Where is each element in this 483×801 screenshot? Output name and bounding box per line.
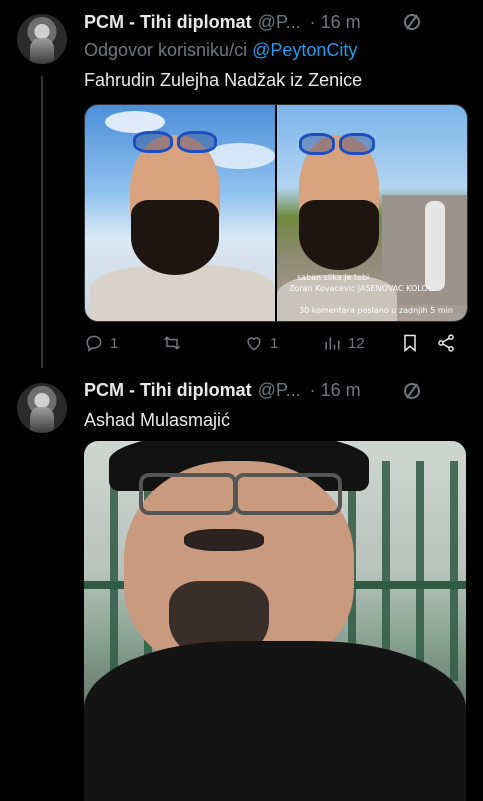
like-button[interactable]: 1 xyxy=(244,333,278,353)
avatar[interactable] xyxy=(17,14,67,64)
tweet-header: PCM - Tihi diplomat @P... · 16 m xyxy=(84,12,361,33)
display-name[interactable]: PCM - Tihi diplomat xyxy=(84,380,252,401)
views-icon xyxy=(325,337,340,350)
reply-button[interactable]: 1 xyxy=(84,333,118,353)
tweet-media[interactable] xyxy=(84,441,466,801)
share-button[interactable] xyxy=(436,333,456,353)
overlay-line-3: 30 komentara poslano u zadnjih 5 min xyxy=(299,306,453,315)
thread-line xyxy=(41,76,43,368)
reply-mention-link[interactable]: @PeytonCity xyxy=(252,40,357,60)
circle-slash-icon[interactable] xyxy=(402,381,422,401)
tweet-header: PCM - Tihi diplomat @P... · 16 m xyxy=(84,380,361,401)
timestamp[interactable]: 16 m xyxy=(321,380,361,401)
tweet-text: Fahrudin Zulejha Nadžak iz Zenice xyxy=(84,70,363,90)
tweet-media[interactable]: saban slika je tebi Zoran Kovacevic JASE… xyxy=(84,104,468,322)
media-photo-2[interactable]: saban slika je tebi Zoran Kovacevic JASE… xyxy=(277,105,467,321)
bookmark-button[interactable] xyxy=(400,333,420,353)
separator-dot: · xyxy=(309,12,316,32)
circle-slash-icon[interactable] xyxy=(402,12,422,32)
views-button[interactable]: 12 xyxy=(322,333,365,353)
views-count: 12 xyxy=(348,334,365,352)
like-count: 1 xyxy=(270,334,279,352)
timestamp[interactable]: 16 m xyxy=(321,12,361,33)
reply-prefix: Odgovor korisniku/ci xyxy=(84,40,248,60)
media-photo-1[interactable] xyxy=(85,105,275,321)
repost-icon xyxy=(163,336,181,350)
reply-context: Odgovor korisniku/ci @PeytonCity xyxy=(84,40,357,61)
overlay-line-2: Zoran Kovacevic JASENOVAC KOLOC xyxy=(289,284,434,293)
separator-dot: · xyxy=(309,380,316,400)
tweet-actions: 1 1 12 xyxy=(84,333,466,359)
handle[interactable]: @P... xyxy=(258,12,301,33)
handle[interactable]: @P... xyxy=(258,380,301,401)
repost-button[interactable] xyxy=(162,333,188,353)
display-name[interactable]: PCM - Tihi diplomat xyxy=(84,12,252,33)
bookmark-icon xyxy=(404,334,416,353)
avatar[interactable] xyxy=(17,383,67,433)
heart-icon xyxy=(247,337,261,351)
overlay-line-1: saban slika je tebi xyxy=(297,273,370,282)
share-icon xyxy=(438,334,454,352)
reply-count: 1 xyxy=(110,334,119,352)
tweet-text: Ashad Mulasmajić xyxy=(84,410,231,430)
reply-icon xyxy=(86,335,102,352)
